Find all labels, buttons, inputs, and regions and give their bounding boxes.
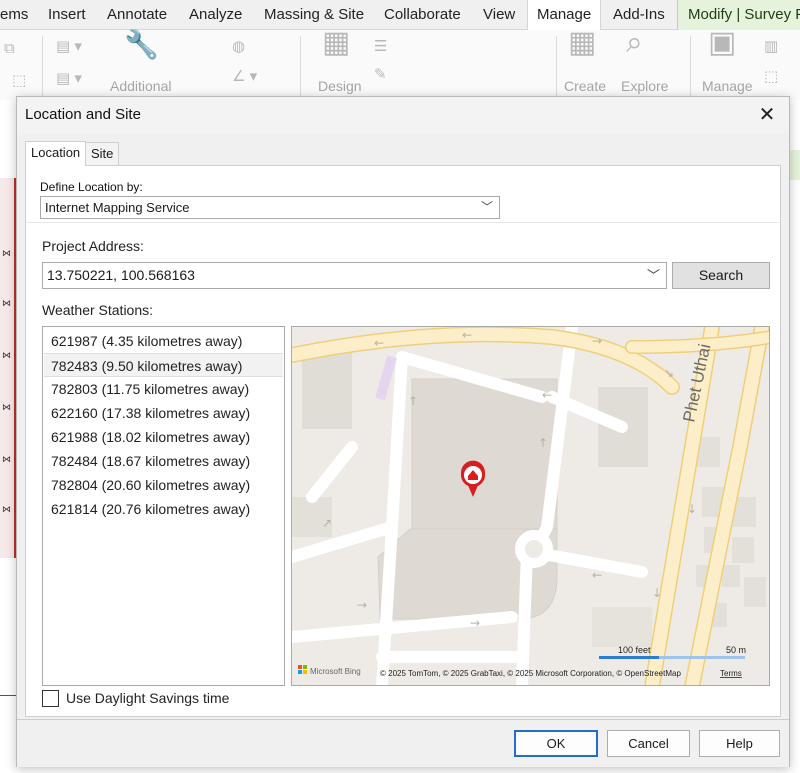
design-options-icon[interactable]: ▦ bbox=[322, 28, 350, 58]
scale-feet-label: 100 feet bbox=[618, 645, 651, 655]
ribbon-tab-modify-survey-point[interactable]: Modify | Survey Po bbox=[677, 0, 800, 30]
drawing-line bbox=[0, 695, 16, 696]
stack-icon[interactable]: ▤ ▾ bbox=[56, 68, 82, 90]
ribbon-tab-systems[interactable]: ems bbox=[0, 0, 28, 30]
edit-icon[interactable]: ✎ bbox=[374, 64, 387, 86]
tool-icon[interactable]: ⬚ bbox=[12, 70, 26, 92]
location-and-site-dialog: Location and Site ✕ Location Site Define… bbox=[16, 96, 790, 767]
svg-text:↑: ↑ bbox=[538, 436, 548, 450]
ok-button[interactable]: OK bbox=[514, 730, 598, 757]
define-location-label: Define Location by: bbox=[40, 180, 143, 194]
svg-text:→: → bbox=[470, 616, 480, 630]
map-copyright: © 2025 TomTom, © 2025 GrabTaxi, © 2025 M… bbox=[380, 669, 681, 678]
dialog-footer: OK Cancel Help bbox=[17, 719, 789, 767]
scale-bar-feet bbox=[599, 656, 659, 659]
ribbon-tab-view[interactable]: View bbox=[483, 0, 515, 30]
tool-icon[interactable]: ▥ bbox=[764, 36, 778, 58]
ribbon-separator bbox=[690, 36, 691, 96]
cancel-button[interactable]: Cancel bbox=[607, 730, 690, 757]
globe-icon[interactable]: ◍ bbox=[232, 36, 245, 58]
project-address-field[interactable]: 13.750221, 100.568163 ﹀ bbox=[42, 262, 667, 289]
svg-text:→: → bbox=[592, 334, 602, 348]
help-button[interactable]: Help bbox=[699, 730, 780, 757]
project-address-label: Project Address: bbox=[42, 238, 144, 254]
divider bbox=[26, 222, 780, 223]
svg-text:↓: ↓ bbox=[652, 586, 662, 600]
dialog-title-bar[interactable]: Location and Site ✕ bbox=[17, 97, 789, 133]
daylight-savings-checkbox[interactable] bbox=[42, 690, 59, 707]
ribbon-tab-insert[interactable]: Insert bbox=[48, 0, 86, 30]
svg-text:←: ← bbox=[542, 388, 552, 402]
tab-site[interactable]: Site bbox=[85, 142, 120, 166]
list-item[interactable]: 782803 (11.75 kilometres away) bbox=[44, 377, 283, 401]
manage-links-icon[interactable]: ▣ bbox=[708, 28, 736, 58]
ribbon-tab-annotate[interactable]: Annotate bbox=[107, 0, 167, 30]
list-item[interactable]: 782804 (20.60 kilometres away) bbox=[44, 473, 283, 497]
chevron-down-icon: ﹀ bbox=[480, 200, 493, 214]
create-icon[interactable]: ▦ bbox=[568, 28, 596, 58]
list-item[interactable]: 782483 (9.50 kilometres away) bbox=[44, 353, 283, 377]
coordinates-icon[interactable]: ∠ ▾ bbox=[232, 66, 257, 88]
stack-icon[interactable]: ▤ ▾ bbox=[56, 36, 82, 58]
design-options-label[interactable]: Design bbox=[318, 78, 362, 94]
scale-bar-meters bbox=[659, 656, 745, 659]
svg-text:↗: ↗ bbox=[322, 516, 332, 530]
view-edge-strip: ⋈ ⋈ ⋈ ⋈ ⋈ ⋈ bbox=[0, 178, 16, 558]
ribbon-tab-collaborate[interactable]: Collaborate bbox=[384, 0, 461, 30]
manage-label[interactable]: Manage bbox=[702, 78, 753, 94]
explore-icon[interactable]: ⌕ bbox=[626, 28, 643, 58]
svg-text:→: → bbox=[357, 598, 367, 612]
scale-meters-label: 50 m bbox=[726, 645, 746, 655]
map-brand: Microsoft Bing bbox=[310, 667, 361, 676]
project-address-value[interactable]: 13.750221, 100.568163 bbox=[47, 267, 195, 283]
ribbon-separator bbox=[42, 36, 43, 96]
ribbon-tab-bar: ems Insert Annotate Analyze Massing & Si… bbox=[0, 0, 800, 30]
define-location-value: Internet Mapping Service bbox=[45, 200, 190, 215]
list-item[interactable]: 621987 (4.35 kilometres away) bbox=[44, 329, 283, 353]
list-item[interactable]: 782484 (18.67 kilometres away) bbox=[44, 449, 283, 473]
svg-text:←: ← bbox=[374, 336, 384, 350]
tool-icon[interactable]: ⧉ bbox=[4, 38, 15, 60]
list-item[interactable]: 621988 (18.02 kilometres away) bbox=[44, 425, 283, 449]
explore-label[interactable]: Explore bbox=[621, 78, 668, 94]
ribbon-separator bbox=[300, 36, 301, 96]
location-tab-panel: Define Location by: Internet Mapping Ser… bbox=[25, 165, 781, 717]
ribbon-tab-analyze[interactable]: Analyze bbox=[189, 0, 242, 30]
close-icon[interactable]: ✕ bbox=[747, 99, 787, 131]
define-location-select[interactable]: Internet Mapping Service ﹀ bbox=[40, 196, 500, 219]
wrench-icon[interactable]: 🔧 bbox=[124, 31, 159, 59]
dialog-title: Location and Site bbox=[25, 106, 141, 123]
ribbon-panel: ⧉ ⬚ ▤ ▾ ▤ ▾ 🔧 Additional ◍ ∠ ▾ ▦ Design … bbox=[0, 28, 800, 100]
chevron-down-icon[interactable]: ﹀ bbox=[647, 263, 660, 288]
list-item[interactable]: 622160 (17.38 kilometres away) bbox=[44, 401, 283, 425]
map-terms-link[interactable]: Terms bbox=[720, 669, 742, 678]
svg-text:←: ← bbox=[462, 328, 472, 342]
create-label[interactable]: Create bbox=[564, 78, 606, 94]
svg-text:↓: ↓ bbox=[687, 502, 697, 516]
list-item[interactable]: 621814 (20.76 kilometres away) bbox=[44, 497, 283, 521]
weather-stations-label: Weather Stations: bbox=[42, 302, 154, 318]
tool-icon[interactable]: ⬚ bbox=[764, 66, 778, 88]
tab-location[interactable]: Location bbox=[25, 141, 87, 166]
weather-stations-list[interactable]: 621987 (4.35 kilometres away) 782483 (9.… bbox=[42, 326, 285, 686]
ribbon-separator bbox=[556, 36, 557, 96]
svg-text:←: ← bbox=[592, 568, 602, 582]
location-map[interactable]: ← ← → ↗ ↑ ↑ ← → → ← ↓ ↓ ↘ Phet Uthai 100… bbox=[291, 326, 770, 686]
additional-settings-label[interactable]: Additional bbox=[110, 78, 172, 94]
svg-text:↘: ↘ bbox=[664, 366, 674, 380]
svg-text:↑: ↑ bbox=[408, 394, 418, 408]
daylight-savings-label[interactable]: Use Daylight Savings time bbox=[66, 690, 229, 706]
search-button[interactable]: Search bbox=[672, 262, 770, 289]
list-icon[interactable]: ☰ bbox=[374, 36, 387, 58]
